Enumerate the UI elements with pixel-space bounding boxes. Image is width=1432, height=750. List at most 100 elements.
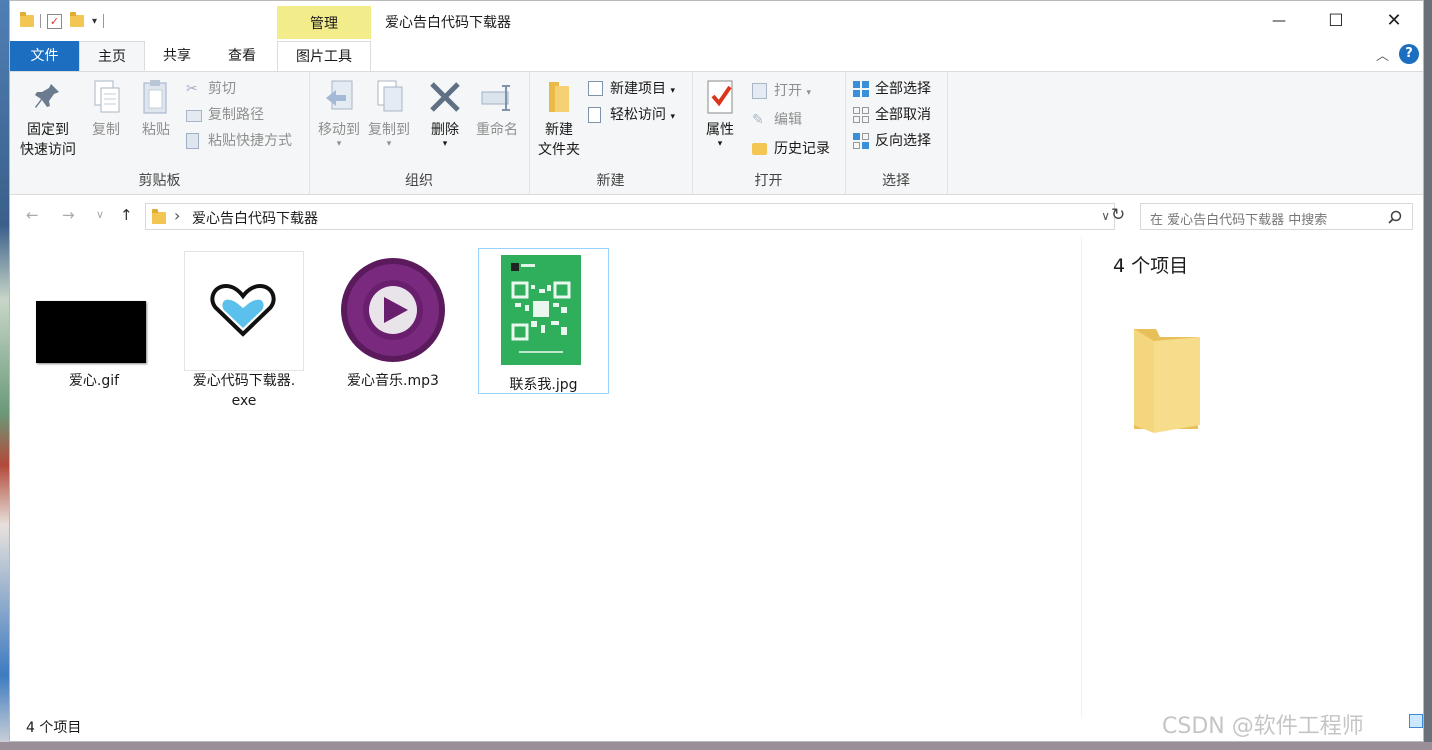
organize-group: 移动到 ▾ 复制到 ▾ 删除 ▾ 重命名 组织 <box>309 72 530 194</box>
cut-button[interactable]: ✂ 剪切 <box>186 78 236 100</box>
paste-shortcut-button[interactable]: 粘贴快捷方式 <box>186 130 292 152</box>
search-icon <box>1388 210 1402 224</box>
address-dropdown-icon[interactable]: ∨ <box>1101 209 1110 223</box>
select-all-button[interactable]: 全部选择 <box>853 78 931 100</box>
tab-view[interactable]: 查看 <box>217 41 267 71</box>
folder-icon <box>152 209 166 224</box>
tab-file[interactable]: 文件 <box>10 41 79 71</box>
folder-icon <box>20 12 34 27</box>
details-view-icon[interactable] <box>1409 714 1423 728</box>
breadcrumb-chevron-icon[interactable]: › <box>174 206 180 225</box>
collapse-ribbon-icon[interactable]: ︿ <box>1376 45 1389 64</box>
explorer-window: ✓ ▾ 管理 爱心告白代码下载器 — ☐ ✕ 文件 主页 共享 查看 图片工具 … <box>9 0 1424 742</box>
select-group-label: 选择 <box>882 173 910 189</box>
pin-icon <box>31 78 65 116</box>
delete-button[interactable]: 删除 ▾ <box>423 78 467 149</box>
window-title: 爱心告白代码下载器 <box>385 15 511 31</box>
paste-button[interactable]: 粘贴 <box>134 78 178 140</box>
new-item-icon <box>588 81 603 96</box>
status-item-count: 4 个项目 <box>26 720 82 736</box>
title-bar: ✓ ▾ 管理 爱心告白代码下载器 — ☐ ✕ <box>10 1 1423 41</box>
paste-shortcut-icon <box>186 133 199 149</box>
new-folder-icon[interactable] <box>70 12 84 27</box>
refresh-icon[interactable]: ↻ <box>1111 205 1125 225</box>
quick-access-toolbar: ✓ ▾ <box>20 11 110 31</box>
easy-access-button[interactable]: 轻松访问 ▾ <box>588 104 675 126</box>
close-button[interactable]: ✕ <box>1365 1 1423 41</box>
file-item-gif[interactable]: 爱心.gif <box>30 251 158 391</box>
copy-to-button[interactable]: 复制到 ▾ <box>365 78 413 149</box>
new-folder-icon <box>542 78 576 116</box>
watermark: CSDN @软件工程师 <box>1162 714 1364 739</box>
clipboard-group-label: 剪贴板 <box>138 173 181 189</box>
open-group-label: 打开 <box>754 173 783 189</box>
properties-check-icon <box>703 78 737 116</box>
easy-access-icon <box>588 107 601 123</box>
minimize-button[interactable]: — <box>1250 1 1308 41</box>
heart-app-icon <box>184 251 304 371</box>
open-icon <box>752 83 767 99</box>
move-to-button[interactable]: 移动到 ▾ <box>315 78 363 149</box>
clipboard-group: 固定到 快速访问 复制 粘贴 ✂ 剪切 复制路径 粘贴快捷方式 剪贴板 <box>10 72 310 194</box>
select-none-icon <box>853 107 869 123</box>
copy-button[interactable]: 复制 <box>84 78 128 140</box>
taskbar-edge <box>0 742 1432 750</box>
manage-tab[interactable]: 管理 <box>277 6 371 39</box>
forward-arrow-icon[interactable]: → <box>62 206 75 224</box>
edit-pencil-icon: ✎ <box>752 112 764 128</box>
details-pane: 4 个项目 <box>1081 237 1425 717</box>
up-arrow-icon[interactable]: ↑ <box>120 206 133 224</box>
media-player-icon <box>332 251 454 371</box>
history-button[interactable]: 历史记录 <box>752 138 830 160</box>
invert-selection-icon <box>853 133 869 149</box>
file-item-exe[interactable]: 爱心代码下载器. exe <box>183 251 305 411</box>
new-group: 新建 文件夹 新建项目 ▾ 轻松访问 ▾ 新建 <box>529 72 693 194</box>
copy-to-icon <box>372 78 406 116</box>
recent-locations-icon[interactable]: ∨ <box>96 208 104 221</box>
desktop-background <box>0 0 9 750</box>
new-group-label: 新建 <box>596 173 625 189</box>
address-bar[interactable]: › 爱心告白代码下载器 ∨ <box>145 203 1115 230</box>
new-item-button[interactable]: 新建项目 ▾ <box>588 78 675 100</box>
back-arrow-icon[interactable]: ← <box>26 206 39 224</box>
tab-home[interactable]: 主页 <box>79 41 145 71</box>
select-group: 全部选择 全部取消 反向选择 选择 <box>845 72 948 194</box>
pin-quick-access-button[interactable]: 固定到 快速访问 <box>16 78 80 160</box>
organize-group-label: 组织 <box>405 173 433 189</box>
breadcrumb[interactable]: 爱心告白代码下载器 <box>192 208 318 228</box>
navigation-bar: ← → ∨ ↑ › 爱心告白代码下载器 ∨ ↻ 在 爱心告白代码下载器 中搜索 <box>10 202 1423 232</box>
rename-button[interactable]: 重命名 <box>471 78 523 140</box>
qr-code-thumbnail <box>479 249 608 375</box>
paste-icon <box>139 78 173 116</box>
gif-thumbnail <box>30 251 158 371</box>
open-button[interactable]: 打开 ▾ <box>752 80 811 102</box>
copy-icon <box>89 78 123 116</box>
invert-selection-button[interactable]: 反向选择 <box>853 130 931 152</box>
search-placeholder: 在 爱心告白代码下载器 中搜索 <box>1150 213 1328 228</box>
search-input[interactable]: 在 爱心告白代码下载器 中搜索 <box>1140 203 1413 230</box>
open-group: 属性 ▾ 打开 ▾ ✎ 编辑 历史记录 打开 <box>692 72 846 194</box>
details-title: 4 个项目 <box>1113 255 1189 277</box>
new-folder-button[interactable]: 新建 文件夹 <box>533 78 585 160</box>
scissors-icon: ✂ <box>186 81 198 97</box>
copy-path-icon <box>186 110 202 122</box>
properties-check-icon[interactable]: ✓ <box>47 13 62 29</box>
customize-dropdown-icon[interactable]: ▾ <box>92 16 97 27</box>
ribbon: 固定到 快速访问 复制 粘贴 ✂ 剪切 复制路径 粘贴快捷方式 剪贴板 移动到 … <box>10 71 1423 195</box>
select-all-icon <box>853 81 869 97</box>
rename-icon <box>480 78 514 116</box>
file-item-mp3[interactable]: 爱心音乐.mp3 <box>332 251 454 391</box>
delete-x-icon <box>428 78 462 116</box>
help-icon[interactable]: ? <box>1399 44 1419 64</box>
copy-path-button[interactable]: 复制路径 <box>186 104 264 126</box>
folder-icon <box>1134 329 1200 433</box>
file-item-jpg[interactable]: 联系我.jpg <box>478 248 609 394</box>
tab-picture-tools[interactable]: 图片工具 <box>277 41 371 71</box>
edit-button[interactable]: ✎ 编辑 <box>752 109 802 131</box>
history-icon <box>752 143 767 155</box>
tab-share[interactable]: 共享 <box>152 41 202 71</box>
maximize-button[interactable]: ☐ <box>1307 1 1365 41</box>
move-to-icon <box>322 78 356 116</box>
select-none-button[interactable]: 全部取消 <box>853 104 931 126</box>
properties-button[interactable]: 属性 ▾ <box>700 78 740 149</box>
